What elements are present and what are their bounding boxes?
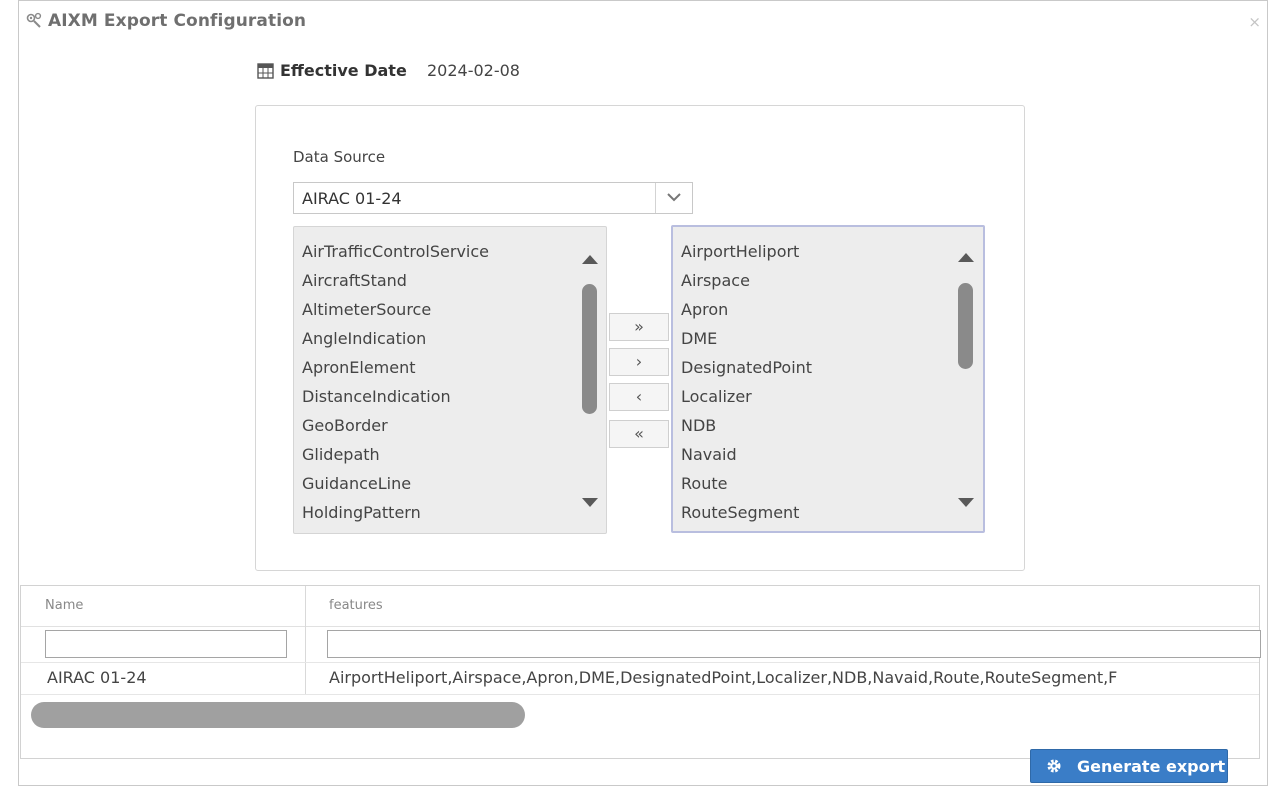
available-features-list[interactable]: AirTrafficControlService AircraftStand A… [293, 226, 607, 534]
list-item[interactable]: AltimeterSource [302, 295, 578, 324]
list-item[interactable]: RouteSegment [681, 498, 955, 527]
row-divider [21, 662, 1259, 663]
features-filter-input[interactable] [327, 630, 1261, 658]
scroll-down-icon[interactable] [958, 498, 974, 507]
horizontal-scrollbar-thumb[interactable] [31, 702, 525, 728]
data-source-label: Data Source [293, 148, 386, 166]
calendar-icon [257, 63, 274, 79]
list-item[interactable]: GeoBorder [302, 411, 578, 440]
list-item[interactable]: AirTrafficControlService [302, 237, 578, 266]
list-scrollbar-thumb[interactable] [958, 283, 973, 369]
name-filter-input[interactable] [45, 630, 287, 658]
list-item[interactable]: AirportHeliport [681, 237, 955, 266]
scroll-up-icon[interactable] [958, 253, 974, 262]
list-item[interactable]: NDB [681, 411, 955, 440]
cell-features[interactable]: AirportHeliport,Airspace,Apron,DME,Desig… [329, 668, 1117, 687]
dropdown-toggle[interactable] [655, 183, 692, 213]
dialog-titlebar: AIXM Export Configuration × [19, 1, 1267, 43]
data-source-value: AIRAC 01-24 [302, 189, 402, 208]
column-header-features[interactable]: features [329, 598, 383, 613]
add-button[interactable]: › [609, 348, 669, 376]
list-item[interactable]: DME [681, 324, 955, 353]
list-item[interactable]: ApronElement [302, 353, 578, 382]
list-item[interactable]: Apron [681, 295, 955, 324]
list-scrollbar-thumb[interactable] [582, 284, 597, 414]
remove-all-button[interactable]: « [609, 420, 669, 448]
list-item[interactable]: HoldingPattern [302, 498, 578, 527]
scroll-down-icon[interactable] [582, 498, 598, 507]
list-item[interactable]: Airspace [681, 266, 955, 295]
list-item[interactable]: Route [681, 469, 955, 498]
cell-name[interactable]: AIRAC 01-24 [47, 668, 147, 687]
list-item[interactable]: AircraftStand [302, 266, 578, 295]
list-item[interactable]: AngleIndication [302, 324, 578, 353]
row-divider [21, 694, 1259, 695]
gear-icon [1047, 759, 1061, 773]
effective-date-label: Effective Date [280, 61, 407, 80]
data-source-select[interactable]: AIRAC 01-24 [293, 182, 693, 214]
list-item[interactable]: Navaid [681, 440, 955, 469]
selected-features-list[interactable]: AirportHeliport Airspace Apron DME Desig… [671, 225, 985, 533]
aixm-export-dialog: AIXM Export Configuration × Effective Da… [18, 0, 1268, 786]
column-header-name[interactable]: Name [45, 598, 83, 613]
scroll-up-icon[interactable] [582, 255, 598, 264]
generate-export-label: Generate export [1077, 757, 1226, 776]
add-all-button[interactable]: » [609, 313, 669, 341]
generate-export-button[interactable]: Generate export [1030, 749, 1228, 783]
list-item[interactable]: Glidepath [302, 440, 578, 469]
list-item[interactable]: DesignatedPoint [681, 353, 955, 382]
dialog-title: AIXM Export Configuration [48, 11, 307, 31]
list-item[interactable]: DistanceIndication [302, 382, 578, 411]
grid-header: Name features [21, 586, 1259, 627]
chevron-down-icon [667, 193, 681, 202]
remove-button[interactable]: ‹ [609, 383, 669, 411]
export-config-grid: Name features AIRAC 01-24 AirportHelipor… [20, 585, 1261, 759]
close-icon[interactable]: × [1248, 13, 1261, 31]
wrench-gear-icon [26, 12, 42, 28]
column-divider [305, 586, 306, 694]
list-item[interactable]: Localizer [681, 382, 955, 411]
list-item[interactable]: GuidanceLine [302, 469, 578, 498]
effective-date-value: 2024-02-08 [427, 61, 520, 80]
